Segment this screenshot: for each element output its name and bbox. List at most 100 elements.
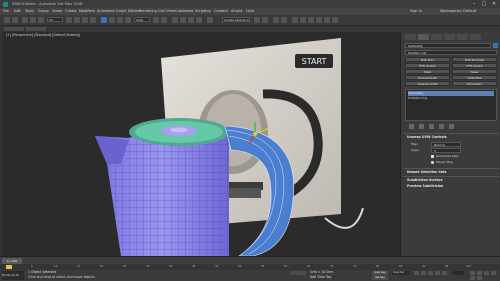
mirror-icon[interactable] [254,16,260,23]
menu-tools[interactable]: Tools [25,8,34,15]
modifier-button[interactable]: Symmetry [452,81,497,86]
scene-explorer-icon[interactable] [273,16,279,23]
layer-explorer-icon[interactable] [281,16,287,23]
zoom-icon[interactable] [470,271,475,275]
menu-create[interactable]: Create [65,8,77,15]
modifier-button[interactable]: FFD 4x4x4 [405,63,450,68]
select-by-name-icon[interactable] [74,16,80,23]
angle-snap-icon[interactable] [180,16,186,23]
menu-help[interactable]: Help [246,8,254,15]
make-unique-icon[interactable] [429,124,434,129]
field-of-view-icon[interactable] [484,271,489,275]
reference-coordinate-dropdown[interactable]: View [134,17,150,22]
play-icon[interactable] [428,271,433,275]
go-to-start-icon[interactable] [414,271,419,275]
pan-view-icon[interactable] [491,271,496,275]
spinner-snap-icon[interactable] [196,16,202,23]
maximize-viewport-icon[interactable] [477,276,482,280]
modifier-button[interactable]: Edit Poly [405,57,450,62]
material-editor-icon[interactable] [308,16,314,23]
selection-filter-dropdown[interactable]: All [47,17,63,22]
modifier-button[interactable]: Shell [405,69,450,74]
display-tab[interactable] [457,34,468,40]
minimize-button[interactable]: – [470,1,478,7]
curve-editor-icon[interactable] [292,16,298,23]
menu-modifiers[interactable]: Modifiers [79,8,95,15]
unlink-icon[interactable] [30,16,36,23]
rollout-preview-subdivision[interactable]: Preview Subdivision [407,184,443,189]
previous-frame-icon[interactable] [421,271,426,275]
select-and-move-icon[interactable] [101,16,107,23]
select-and-scale-icon[interactable] [117,16,123,23]
undo-icon[interactable] [4,16,10,23]
modifier-button[interactable]: Turbosmooth [405,75,450,80]
select-and-rotate-icon[interactable] [109,16,115,23]
pivot-point-icon[interactable] [153,16,159,23]
menu-file[interactable]: File [3,8,9,15]
menu-arnold[interactable]: Arnold [231,8,242,15]
rendered-frame-window-icon[interactable] [324,16,330,23]
perspective-viewport[interactable]: START [+] [Perspective] [Standard] [Defa… [3,32,400,256]
configure-modifier-sets-icon[interactable] [449,124,454,129]
remove-modifier-icon[interactable] [439,124,444,129]
checkbox[interactable] [431,155,434,158]
kettle-mesh[interactable] [95,118,229,256]
next-frame-icon[interactable] [435,271,440,275]
radio-button[interactable] [431,161,434,164]
lock-selection-icon[interactable] [290,271,306,275]
schematic-view-icon[interactable] [300,16,306,23]
modifier-button[interactable]: Unwrap UVW [405,81,450,86]
modifier-button[interactable]: Edit Normals [452,57,497,62]
menu-views[interactable]: Views [52,8,62,15]
menu-customize[interactable]: Customize [175,8,193,15]
object-name-field[interactable]: Kettle003 [405,43,491,48]
object-color-swatch[interactable] [493,43,498,48]
rollout-named-selection-sets[interactable]: Named Selection Sets [407,170,446,175]
close-button[interactable]: ✕ [490,1,498,7]
bind-space-warp-icon[interactable] [38,16,44,23]
window-crossing-icon[interactable] [90,16,96,23]
workspaces-dropdown[interactable]: Workspaces: Default [440,8,476,15]
keyboard-shortcut-override-icon[interactable] [161,16,167,23]
rectangle-selection-icon[interactable] [82,16,88,23]
select-object-icon[interactable] [66,16,72,23]
stack-item-editable-poly[interactable]: Editable Poly [408,96,427,101]
ribbon-tab[interactable] [4,27,24,31]
modifier-button[interactable]: FFD 3x3x3 [452,63,497,68]
modifier-button[interactable]: Taper [452,69,497,74]
render-setup-icon[interactable] [316,16,322,23]
maximize-button[interactable]: □ [480,1,488,7]
utilities-tab[interactable] [470,34,481,40]
menu-animation[interactable]: Animation [97,8,115,15]
menu-edit[interactable]: Edit [14,8,21,15]
key-filter-dropdown[interactable]: Selected [392,271,410,275]
select-and-place-icon[interactable] [125,16,131,23]
menu-graph-editors[interactable]: Graph Editors [116,8,140,15]
percent-snap-icon[interactable] [188,16,194,23]
render-production-icon[interactable] [332,16,338,23]
maxscript-listener[interactable]: MAXScript Mi [2,271,24,280]
rollout-unwrap-controls[interactable]: Unwrap UVW Controls [407,135,447,140]
map-field[interactable]: Normal [431,142,461,147]
menu-rendering[interactable]: Rendering [139,8,157,15]
show-end-result-icon[interactable] [419,124,424,129]
sign-in-menu[interactable]: Sign In [410,8,422,15]
modifier-button[interactable]: UVW Map [452,75,497,80]
align-field[interactable]: X [431,148,461,153]
align-icon[interactable] [262,16,268,23]
hierarchy-tab[interactable] [431,34,442,40]
auto-key-button[interactable]: Auto Key [372,271,388,275]
rollout-subdivision-surface[interactable]: Subdivision Surface [407,178,443,183]
redo-icon[interactable] [12,16,18,23]
pin-stack-icon[interactable] [409,124,414,129]
go-to-end-icon[interactable] [442,271,447,275]
named-selection-set-dropdown[interactable]: Create Selection Se [222,17,250,22]
ribbon-tab[interactable] [26,27,46,31]
set-key-button[interactable]: Set Key [372,276,388,280]
motion-tab[interactable] [444,34,455,40]
snaps-toggle-icon[interactable] [172,16,178,23]
menu-content[interactable]: Content [214,8,228,15]
menu-group[interactable]: Group [38,8,49,15]
zoom-extents-icon[interactable] [477,271,482,275]
menu-scripting[interactable]: Scripting [195,8,211,15]
